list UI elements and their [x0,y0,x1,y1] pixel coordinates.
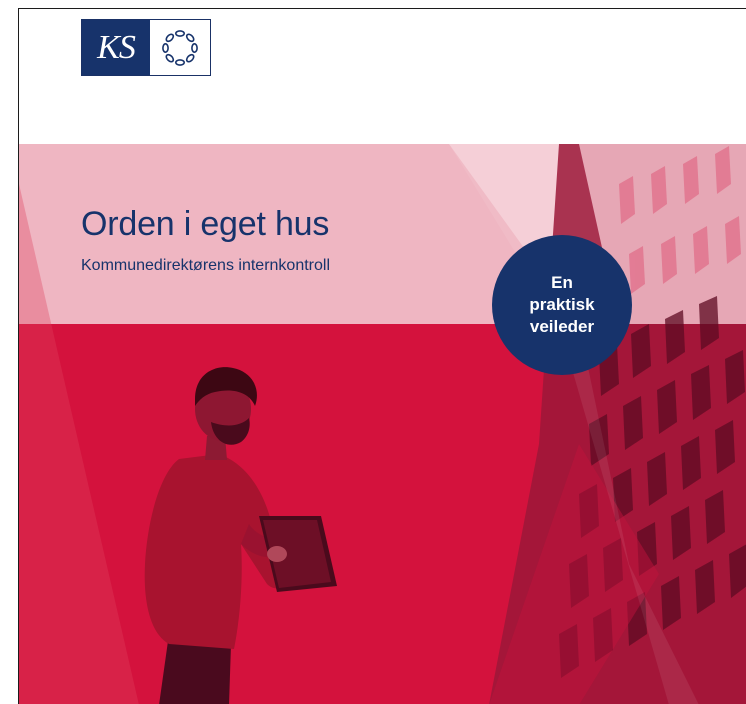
page-header: KS [19,9,746,144]
ks-wordmark: KS [82,20,150,75]
document-title: Orden i eget hus [81,205,330,243]
badge-line-2: praktisk [529,295,595,314]
guide-badge: En praktisk veileder [492,235,632,375]
ks-logo: KS [81,19,211,76]
badge-line-1: En [551,273,573,292]
badge-line-3: veileder [529,317,595,336]
document-cover-page: KS Orden i eget hus Kommunedirektørens i… [18,8,746,704]
chain-seal-icon [150,20,210,75]
document-subtitle: Kommunedirektørens internkontroll [81,257,330,274]
